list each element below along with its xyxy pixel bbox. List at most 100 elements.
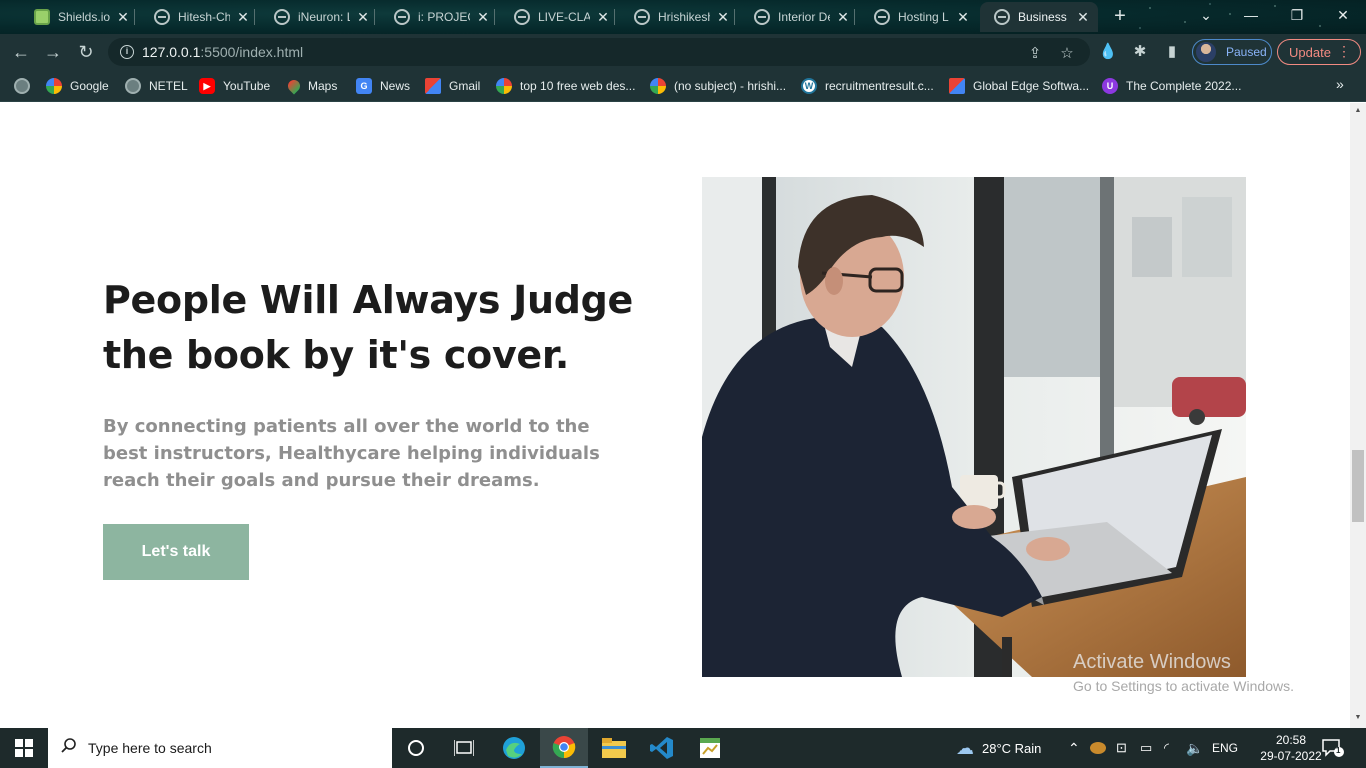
windows-taskbar: Type here to search ☁ 28°C Rain ⌃ ⊡ ▭ ◜ … xyxy=(0,728,1366,768)
browser-toolbar: ← → ↻ i 127.0.0.1:5500/index.html ⇪ ☆ 💧 … xyxy=(0,34,1366,70)
battery-icon[interactable]: ▭ xyxy=(1140,728,1152,768)
show-hidden-icons-chevron-icon[interactable]: ⌃ xyxy=(1068,728,1080,768)
bookmark-google[interactable]: Google xyxy=(46,76,109,96)
file-explorer-icon[interactable] xyxy=(590,728,638,768)
globe-icon xyxy=(394,9,410,25)
wordpress-icon: W xyxy=(801,78,817,94)
tab-ineuron[interactable]: iNeuron: L ✕ xyxy=(260,2,378,32)
language-indicator[interactable]: ENG xyxy=(1212,728,1238,768)
window-close-icon[interactable]: ✕ xyxy=(1329,5,1357,25)
tab-hrishikesh[interactable]: Hrishikesh ✕ xyxy=(620,2,738,32)
scrollbar-thumb[interactable] xyxy=(1352,450,1364,522)
maps-pin-icon xyxy=(285,77,303,95)
tab-search-chevron-icon[interactable]: ⌄ xyxy=(1192,5,1220,25)
vscode-icon[interactable] xyxy=(638,728,686,768)
share-icon[interactable]: ⇪ xyxy=(1026,44,1044,62)
task-view-icon[interactable] xyxy=(440,728,488,768)
tray-app-icon[interactable] xyxy=(1090,728,1106,768)
tab-hosting[interactable]: Hosting L ✕ xyxy=(860,2,978,32)
close-icon[interactable]: ✕ xyxy=(836,9,850,26)
bookmark-top-10-web-design[interactable]: top 10 free web des... xyxy=(496,76,635,96)
bookmarks-bar: Google NETEL ▶ YouTube Maps G News Gmail… xyxy=(0,70,1366,102)
update-label: Update xyxy=(1289,44,1331,60)
back-arrow-icon[interactable]: ← xyxy=(9,40,33,64)
close-icon[interactable]: ✕ xyxy=(716,9,730,26)
google-icon xyxy=(650,78,666,94)
hero-description: By connecting patients all over the worl… xyxy=(103,416,600,491)
youtube-icon: ▶ xyxy=(199,78,215,94)
tab-interior-design[interactable]: Interior De ✕ xyxy=(740,2,858,32)
sticky-app-icon[interactable] xyxy=(686,728,734,768)
tab-separator xyxy=(734,9,735,25)
bookmark-star-icon[interactable]: ☆ xyxy=(1058,44,1076,62)
bookmark-label: News xyxy=(380,79,411,93)
tab-title: Business L xyxy=(1018,10,1070,24)
bookmark-apps[interactable] xyxy=(14,76,38,96)
bookmark-the-complete-2022[interactable]: U The Complete 2022... xyxy=(1102,76,1241,96)
profile-paused-chip[interactable]: Paused xyxy=(1192,39,1272,65)
more-bookmarks-chevron-icon[interactable]: » xyxy=(1336,76,1344,92)
close-icon[interactable]: ✕ xyxy=(236,9,250,26)
course-icon: U xyxy=(1102,78,1118,94)
edge-browser-icon[interactable] xyxy=(490,728,538,768)
notification-center-icon[interactable]: 1 xyxy=(1322,738,1346,758)
bookmark-global-edge[interactable]: Global Edge Softwa... xyxy=(949,76,1089,96)
tab-separator xyxy=(494,9,495,25)
watermark-title: Activate Windows xyxy=(1073,651,1231,673)
chrome-browser-icon[interactable] xyxy=(540,728,588,768)
weather-rain-icon: ☁ xyxy=(956,737,974,758)
tab-hitesh[interactable]: Hitesh-Ch ✕ xyxy=(140,2,258,32)
close-icon[interactable]: ✕ xyxy=(116,9,130,26)
bookmark-netel[interactable]: NETEL xyxy=(125,76,188,96)
close-icon[interactable]: ✕ xyxy=(596,9,610,26)
lets-talk-button[interactable]: Let's talk xyxy=(103,524,249,580)
tab-title: Interior De xyxy=(778,10,830,24)
tab-shields[interactable]: Shields.io ✕ xyxy=(20,2,138,32)
close-icon[interactable]: ✕ xyxy=(1076,9,1090,26)
extension-drop-icon[interactable]: 💧 xyxy=(1098,42,1118,62)
bookmark-no-subject[interactable]: (no subject) - hrishi... xyxy=(650,76,786,96)
tab-project[interactable]: i: PROJECT ✕ xyxy=(380,2,498,32)
scroll-down-arrow-icon[interactable]: ▼ xyxy=(1350,714,1366,721)
cortana-icon[interactable] xyxy=(392,728,440,768)
update-button[interactable]: Update ⋮ xyxy=(1277,39,1361,65)
forward-arrow-icon[interactable]: → xyxy=(41,40,65,64)
profile-status-label: Paused xyxy=(1226,45,1267,59)
side-panel-icon[interactable]: ▮ xyxy=(1162,42,1182,62)
volume-icon[interactable]: 🔈 xyxy=(1186,728,1203,768)
bookmark-label: NETEL xyxy=(149,79,188,93)
bookmark-gmail[interactable]: Gmail xyxy=(425,76,480,96)
bookmark-recruitmentresult[interactable]: W recruitmentresult.c... xyxy=(801,76,934,96)
site-info-icon[interactable]: i xyxy=(120,45,134,59)
tab-business-active[interactable]: Business L ✕ xyxy=(980,2,1098,32)
weather-text: 28°C Rain xyxy=(982,740,1042,756)
tab-title: Hitesh-Ch xyxy=(178,10,230,24)
tab-live-class[interactable]: LIVE-CLAS ✕ xyxy=(500,2,618,32)
clock-date: 29-07-2022 xyxy=(1260,749,1322,763)
bookmark-maps[interactable]: Maps xyxy=(285,76,337,96)
windows-start-icon[interactable] xyxy=(0,728,48,768)
bookmark-youtube[interactable]: ▶ YouTube xyxy=(199,76,270,96)
globe-icon xyxy=(274,9,290,25)
bookmark-news[interactable]: G News xyxy=(356,76,410,96)
new-tab-button[interactable]: + xyxy=(1110,5,1130,27)
reload-icon[interactable]: ↻ xyxy=(74,40,98,64)
extensions-puzzle-icon[interactable]: ✱ xyxy=(1130,42,1150,62)
close-icon[interactable]: ✕ xyxy=(476,9,490,26)
close-icon[interactable]: ✕ xyxy=(356,9,370,26)
minimize-icon[interactable]: — xyxy=(1237,5,1265,25)
scroll-up-arrow-icon[interactable]: ▲ xyxy=(1350,107,1366,114)
page-scrollbar[interactable]: ▲ ▼ xyxy=(1350,103,1366,728)
system-clock[interactable]: 20:58 29-07-2022 xyxy=(1258,732,1324,764)
tab-separator xyxy=(614,9,615,25)
tab-title: i: PROJECT xyxy=(418,10,470,24)
weather-widget[interactable]: ☁ 28°C Rain xyxy=(956,728,1041,768)
taskbar-search-box[interactable]: Type here to search xyxy=(48,728,392,768)
wifi-icon[interactable]: ◜ xyxy=(1164,728,1169,768)
address-bar[interactable]: i 127.0.0.1:5500/index.html ⇪ ☆ xyxy=(108,38,1090,66)
meet-now-icon[interactable]: ⊡ xyxy=(1116,728,1127,768)
restore-icon[interactable]: ❐ xyxy=(1283,5,1311,25)
more-menu-icon[interactable]: ⋮ xyxy=(1337,43,1351,60)
close-icon[interactable]: ✕ xyxy=(956,9,970,26)
bookmark-label: Google xyxy=(70,79,109,93)
